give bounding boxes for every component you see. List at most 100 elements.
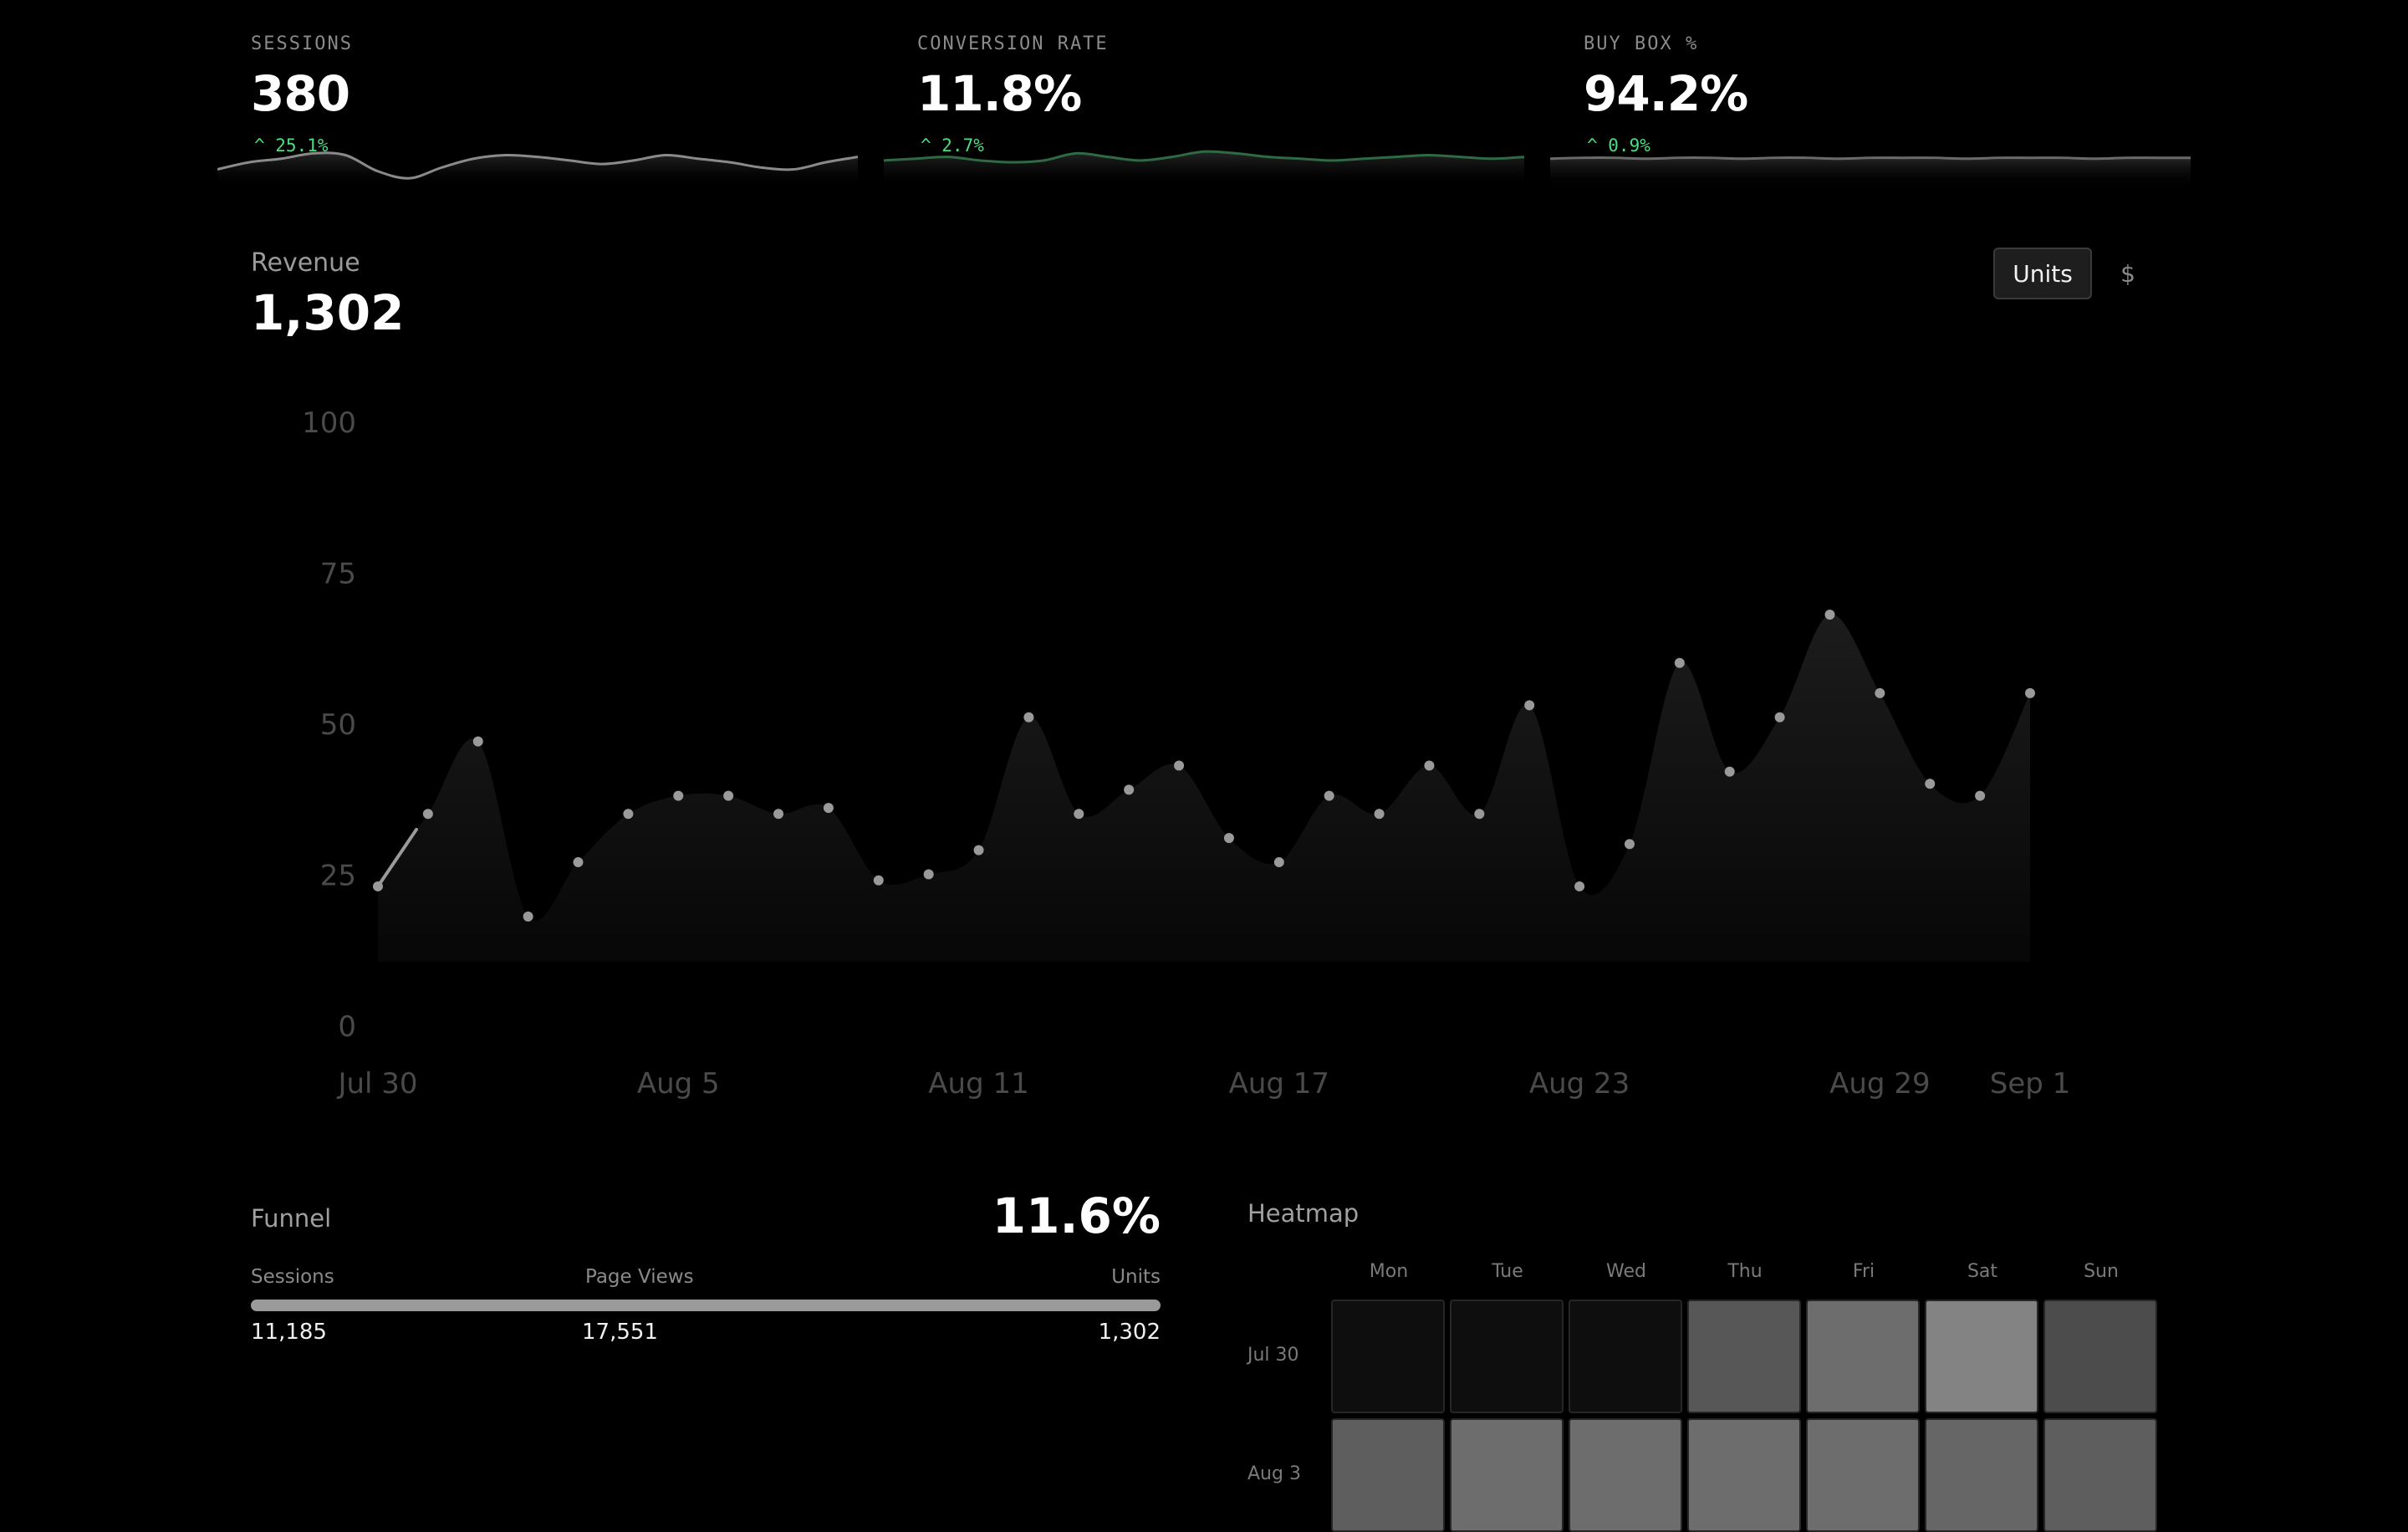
y-tick-label: 50 <box>320 708 356 742</box>
heatmap-cell[interactable] <box>1687 1300 1801 1413</box>
y-tick-label: 0 <box>338 1010 356 1044</box>
x-tick-label: Aug 5 <box>637 1067 720 1100</box>
revenue-chart: 0 25 50 75 100 Jul 30 Aug 5 Aug 11 Aug 17 Aug 23 A… <box>302 406 2071 1100</box>
heatmap-row-label: Aug 3 <box>1247 1463 1301 1484</box>
revenue-point <box>2025 687 2035 698</box>
sparkline-line <box>1550 156 2191 161</box>
revenue-point <box>373 881 383 891</box>
x-tick-label: Sep 1 <box>1990 1067 2071 1100</box>
y-tick-label: 25 <box>320 860 356 893</box>
funnel-label-units: Units <box>1111 1266 1161 1288</box>
kpi-label: BUY BOX % <box>1584 33 1699 54</box>
heatmap-day-label: Sun <box>2084 1261 2119 1282</box>
revenue-point <box>1223 833 1234 844</box>
heatmap-cell[interactable] <box>1331 1300 1445 1413</box>
funnel-value-page-views: 17,551 <box>582 1320 658 1345</box>
revenue-point <box>1975 790 1986 801</box>
x-tick-label: Aug 23 <box>1529 1067 1630 1100</box>
heatmap-row-label: Jul 30 <box>1247 1345 1299 1366</box>
units-toggle-button[interactable]: Units <box>1993 248 2092 299</box>
y-tick-label: 100 <box>302 406 356 440</box>
funnel-label-sessions: Sessions <box>251 1266 334 1288</box>
funnel-title: Funnel <box>251 1204 332 1233</box>
kpi-card-buy-box[interactable]: BUY BOX % 94.2% ^ 0.9% <box>1550 0 2191 188</box>
revenue-point <box>1023 712 1034 723</box>
heatmap-cell[interactable] <box>2043 1418 2157 1532</box>
revenue-point <box>573 857 584 868</box>
funnel-value-sessions: 11,185 <box>251 1320 327 1345</box>
revenue-point <box>873 875 884 886</box>
funnel-label-page-views: Page Views <box>585 1266 694 1288</box>
revenue-point <box>1124 784 1135 795</box>
funnel-bar <box>251 1300 1161 1311</box>
heatmap-day-label: Tue <box>1492 1261 1523 1282</box>
kpi-label: CONVERSION RATE <box>917 33 1109 54</box>
heatmap-cell[interactable] <box>1925 1418 2038 1532</box>
revenue-label: Revenue <box>251 248 360 278</box>
sparkline-area <box>1550 157 2191 188</box>
revenue-point <box>472 736 483 747</box>
x-tick-label: Aug 17 <box>1229 1067 1329 1100</box>
funnel-rate: 11.6% <box>992 1187 1161 1244</box>
revenue-point <box>923 869 934 880</box>
revenue-point <box>1724 766 1735 777</box>
heatmap-day-label: Fri <box>1852 1261 1875 1282</box>
heatmap-cell[interactable] <box>1569 1418 1682 1532</box>
kpi-value: 11.8% <box>917 65 1082 122</box>
kpi-card-conversion-rate[interactable]: CONVERSION RATE 11.8% ^ 2.7% <box>884 0 1524 188</box>
kpi-value: 380 <box>251 65 350 122</box>
revenue-point <box>1424 760 1435 771</box>
x-tick-label: Jul 30 <box>336 1067 417 1100</box>
heatmap-day-label: Wed <box>1606 1261 1646 1282</box>
revenue-area <box>378 614 2030 962</box>
revenue-point <box>973 845 984 855</box>
kpi-delta: ^ 0.9% <box>1587 135 1650 156</box>
revenue-point <box>1273 857 1284 868</box>
revenue-point <box>673 790 684 801</box>
heatmap-cell[interactable] <box>1450 1418 1564 1532</box>
heatmap-cell[interactable] <box>1806 1300 1920 1413</box>
heatmap-cell[interactable] <box>1687 1418 1801 1532</box>
sparkline-area <box>884 151 1524 188</box>
revenue-point <box>1774 712 1785 723</box>
revenue-point <box>1324 790 1334 801</box>
revenue-point <box>1824 610 1835 620</box>
heatmap-cell[interactable] <box>1569 1300 1682 1413</box>
heatmap-day-label: Mon <box>1369 1261 1409 1282</box>
kpi-delta: ^ 2.7% <box>921 135 984 156</box>
revenue-point <box>1074 809 1084 820</box>
dollar-toggle-button[interactable]: $ <box>2107 248 2149 299</box>
kpi-delta: ^ 25.1% <box>254 135 329 156</box>
kpi-value: 94.2% <box>1584 65 1748 122</box>
heatmap-cell[interactable] <box>1806 1418 1920 1532</box>
heatmap-cell[interactable] <box>1925 1300 2038 1413</box>
revenue-point <box>523 912 533 922</box>
revenue-point <box>1374 809 1385 820</box>
kpi-card-sessions[interactable]: SESSIONS 380 ^ 25.1% <box>217 0 858 188</box>
revenue-point <box>1174 760 1185 771</box>
revenue-point <box>1474 809 1485 820</box>
revenue-point <box>723 790 734 801</box>
revenue-point <box>1574 881 1585 891</box>
x-tick-label: Aug 11 <box>928 1067 1028 1100</box>
x-tick-label: Aug 29 <box>1829 1067 1930 1100</box>
heatmap-day-label: Thu <box>1727 1261 1763 1282</box>
revenue-point <box>422 809 433 820</box>
y-tick-label: 75 <box>320 558 356 591</box>
revenue-point <box>1624 839 1635 850</box>
revenue-point <box>623 809 634 820</box>
heatmap-cell[interactable] <box>2043 1300 2157 1413</box>
revenue-point <box>823 803 834 814</box>
revenue-point <box>1524 700 1535 711</box>
revenue-point <box>1674 657 1685 668</box>
funnel-value-units: 1,302 <box>1098 1320 1161 1345</box>
revenue-value: 1,302 <box>251 284 405 341</box>
kpi-label: SESSIONS <box>251 33 353 54</box>
heatmap-day-label: Sat <box>1967 1261 1998 1282</box>
heatmap-cell[interactable] <box>1331 1418 1445 1532</box>
heatmap-cell[interactable] <box>1450 1300 1564 1413</box>
revenue-point <box>1875 687 1885 698</box>
heatmap-title: Heatmap <box>1247 1199 1360 1228</box>
revenue-point <box>1925 779 1936 789</box>
revenue-point <box>773 809 784 820</box>
